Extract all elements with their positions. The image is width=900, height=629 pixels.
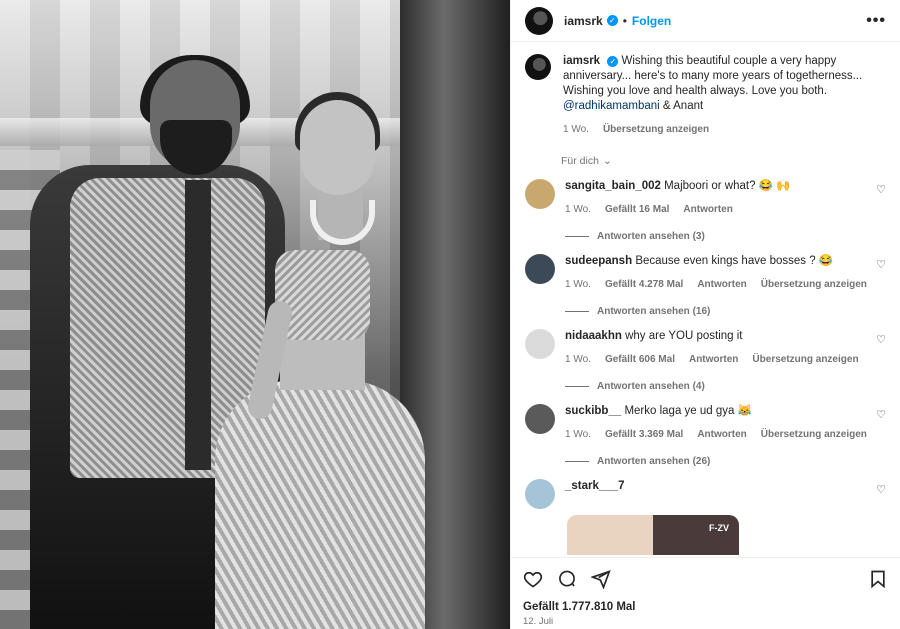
comment-reply-button[interactable]: Antworten (689, 352, 738, 367)
caption-tail: & Anant (662, 100, 704, 112)
comment-reply-button[interactable]: Antworten (697, 277, 746, 292)
author-username[interactable]: iamsrk (564, 14, 603, 28)
comment-avatar[interactable] (525, 254, 555, 284)
comment-text: why are YOU posting it (625, 330, 743, 342)
post-image[interactable] (0, 0, 510, 629)
comment-avatar[interactable] (525, 179, 555, 209)
comment-likes[interactable]: Gefällt 4.278 Mal (605, 277, 683, 292)
man-placket (185, 180, 211, 470)
comment-item: suckibb__ Merko laga ye ud gya 😹 1 Wo. G… (525, 404, 886, 442)
caption-translate-link[interactable]: Übersetzung anzeigen (603, 122, 709, 137)
author-avatar[interactable] (525, 6, 553, 35)
comment-translate-link[interactable]: Übersetzung anzeigen (752, 352, 858, 367)
post-sidebar: iamsrk ✓ • Folgen ••• iamsrk ✓ Wishing t… (510, 0, 900, 629)
comment-reply-button[interactable]: Antworten (683, 202, 732, 217)
post-header: iamsrk ✓ • Folgen ••• (511, 0, 900, 42)
comment-username[interactable]: nidaaakhn (565, 330, 622, 342)
caption-avatar[interactable] (525, 54, 551, 80)
post-likes-count[interactable]: Gefällt 1.777.810 Mal (523, 601, 888, 613)
comment-time: 1 Wo. (565, 354, 591, 365)
chevron-down-icon: ⌄ (602, 155, 612, 167)
view-replies-button[interactable]: Antworten ansehen (4) (565, 381, 886, 392)
comment-time: 1 Wo. (565, 429, 591, 440)
heart-icon[interactable]: ♡ (876, 183, 886, 196)
comments-scroll-area[interactable]: iamsrk ✓ Wishing this beautiful couple a… (511, 42, 900, 555)
verified-badge-icon: ✓ (607, 56, 619, 67)
comment-item: nidaaakhn why are YOU posting it 1 Wo. G… (525, 329, 886, 367)
comment-avatar[interactable] (525, 479, 555, 509)
comment-avatar[interactable] (525, 329, 555, 359)
heart-icon[interactable]: ♡ (876, 483, 886, 496)
caption-time: 1 Wo. (563, 124, 589, 135)
caption-mention-link[interactable]: @radhikamambani (563, 100, 660, 112)
view-replies-button[interactable]: Antworten ansehen (3) (565, 231, 886, 242)
post-date: 12. Juli (523, 616, 554, 627)
comment-username[interactable]: sudeepansh (565, 255, 632, 267)
woman-face (300, 100, 375, 195)
comment-username[interactable]: suckibb__ (565, 405, 621, 417)
comment-icon[interactable] (557, 569, 577, 589)
comment-time: 1 Wo. (565, 279, 591, 290)
comment-time: 1 Wo. (565, 204, 591, 215)
comment-likes[interactable]: Gefällt 3.369 Mal (605, 427, 683, 442)
comment-translate-link[interactable]: Übersetzung anzeigen (761, 277, 867, 292)
post-caption: iamsrk ✓ Wishing this beautiful couple a… (525, 54, 886, 137)
heart-icon[interactable]: ♡ (876, 333, 886, 346)
share-icon[interactable] (591, 569, 611, 589)
caption-meta: 1 Wo. Übersetzung anzeigen (563, 122, 886, 137)
comment-sort-label: Für dich (561, 155, 599, 167)
separator-dot: • (622, 13, 627, 28)
follow-button[interactable]: Folgen (632, 14, 671, 28)
comment-item: _stark___7 ♡ (525, 479, 886, 509)
heart-icon[interactable]: ♡ (876, 258, 886, 271)
comment-sort-dropdown[interactable]: Für dich ⌄ (561, 155, 886, 167)
heart-icon[interactable]: ♡ (876, 408, 886, 421)
comment-avatar[interactable] (525, 404, 555, 434)
comment-image-preview[interactable]: F-ZV (567, 515, 739, 555)
bookmark-icon[interactable] (868, 569, 888, 589)
comment-username[interactable]: _stark___7 (565, 480, 624, 492)
heart-icon[interactable] (523, 569, 543, 589)
comment-text: Because even kings have bosses ? 😂 (635, 255, 834, 267)
post-actions-bar: Gefällt 1.777.810 Mal 12. Juli (511, 557, 900, 629)
caption-username[interactable]: iamsrk (563, 55, 600, 67)
comment-reply-button[interactable]: Antworten (697, 427, 746, 442)
comment-item: sudeepansh Because even kings have bosse… (525, 254, 886, 292)
view-replies-button[interactable]: Antworten ansehen (26) (565, 456, 886, 467)
comment-item: sangita_bain_002 Majboori or what? 😂 🙌 1… (525, 179, 886, 217)
comment-likes[interactable]: Gefällt 16 Mal (605, 202, 669, 217)
verified-badge-icon: ✓ (606, 15, 618, 26)
comment-username[interactable]: sangita_bain_002 (565, 180, 661, 192)
comment-text: Merko laga ye ud gya 😹 (624, 405, 752, 417)
comment-likes[interactable]: Gefällt 606 Mal (605, 352, 675, 367)
view-replies-button[interactable]: Antworten ansehen (16) (565, 306, 886, 317)
woman-lehenga (215, 380, 425, 629)
more-options-icon[interactable]: ••• (866, 12, 886, 30)
comment-translate-link[interactable]: Übersetzung anzeigen (761, 427, 867, 442)
preview-watermark: F-ZV (709, 523, 729, 533)
comment-text: Majboori or what? 😂 🙌 (664, 180, 791, 192)
